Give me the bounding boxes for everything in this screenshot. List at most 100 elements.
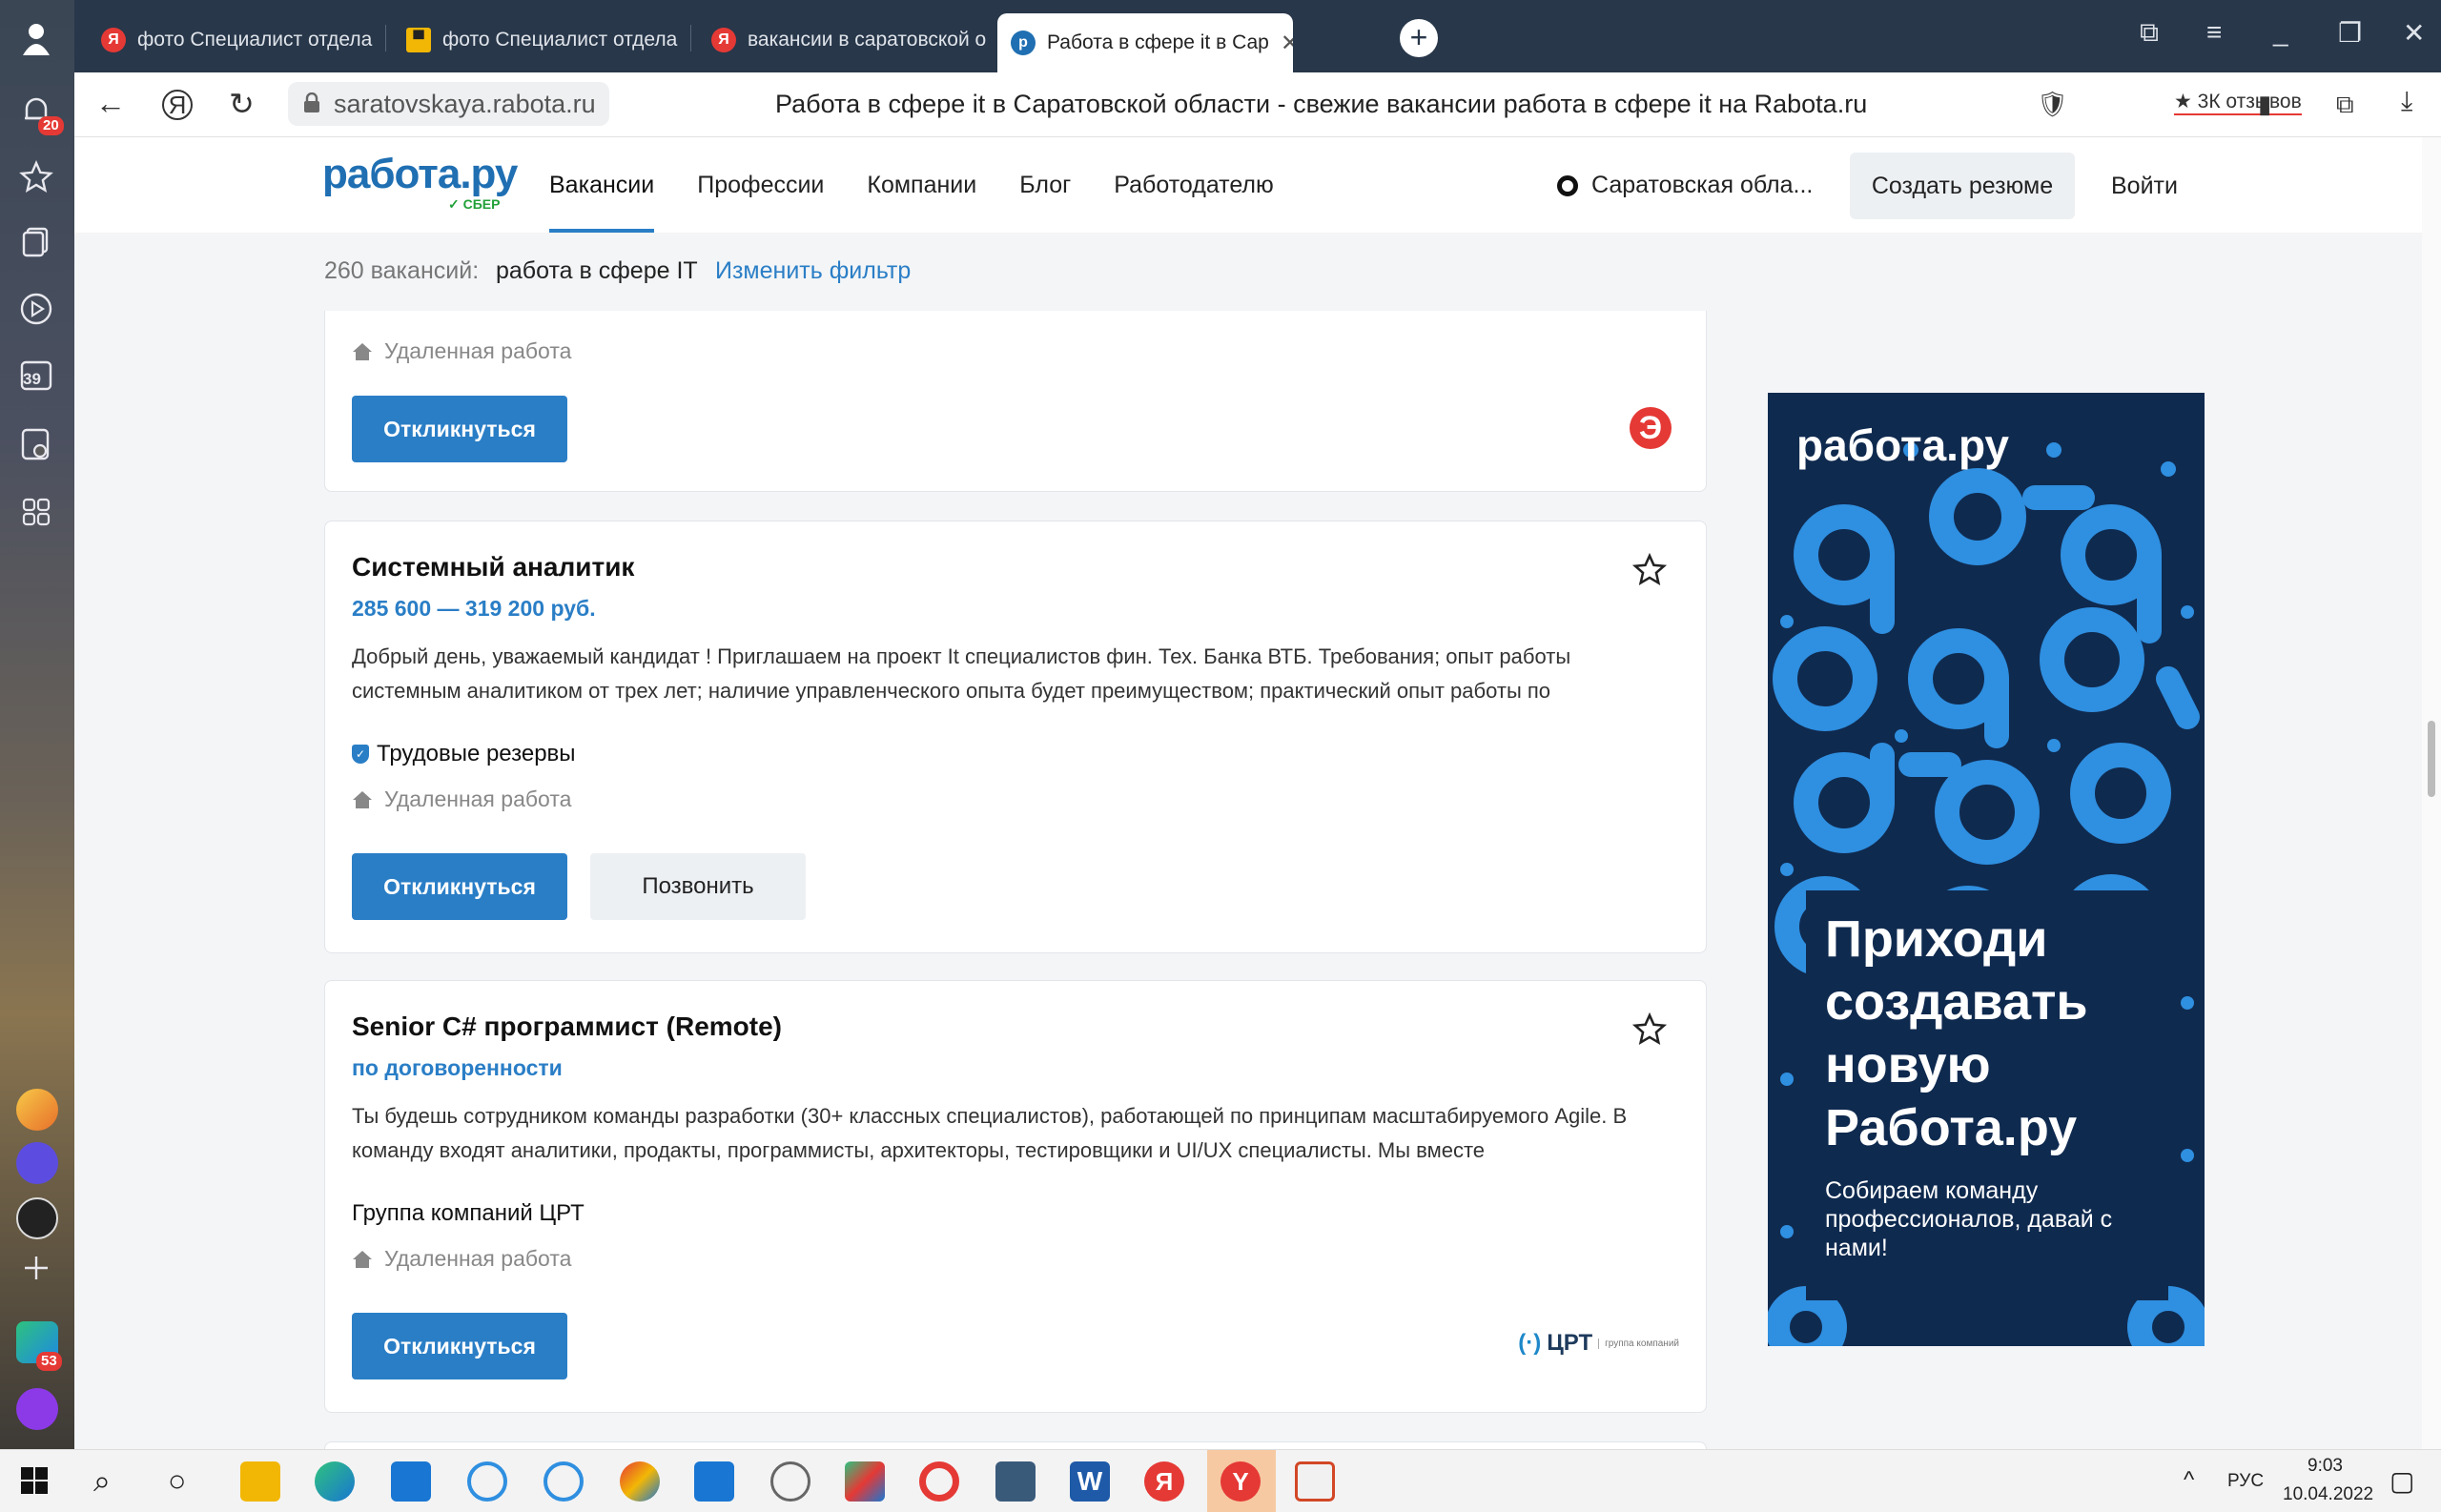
calendar-icon[interactable]: 39 [17, 358, 55, 397]
yandex-browser-icon[interactable]: Y [1220, 1461, 1261, 1502]
photos-icon[interactable] [845, 1461, 885, 1502]
close-window-icon[interactable]: ✕ [2403, 17, 2425, 49]
profile-icon[interactable] [17, 19, 55, 57]
company-logo[interactable]: (·) ЦРТ группа компаний [1518, 1330, 1679, 1357]
nav-professions[interactable]: Профессии [697, 137, 824, 233]
store-icon[interactable] [391, 1461, 431, 1502]
vacancy-salary: 285 600 — 319 200 руб. [352, 596, 596, 621]
tab-label: фото Специалист отдела [442, 29, 678, 51]
clock-date[interactable]: 10.04.2022 [2283, 1484, 2373, 1505]
calendar-day: 39 [23, 370, 41, 388]
url-text: saratovskaya.rabota.ru [334, 90, 596, 118]
company-name[interactable]: ✓ Трудовые резервы [352, 741, 576, 767]
page-scrollbar[interactable] [2422, 137, 2441, 1449]
alice-station-icon[interactable] [16, 1197, 58, 1239]
apply-button[interactable]: Откликнуться [352, 853, 567, 920]
reload-icon[interactable]: ↻ [229, 86, 255, 122]
alice-assistant-icon[interactable] [16, 1388, 58, 1430]
download-icon[interactable]: ⤓ [2401, 86, 2412, 117]
yandex-home-icon[interactable]: Я [162, 90, 193, 120]
scrollbar-thumb[interactable] [2428, 721, 2435, 797]
tab-3[interactable]: Я вакансии в саратовской о [698, 15, 994, 65]
back-icon[interactable]: ← [95, 86, 126, 121]
vacancy-title[interactable]: Системный аналитик [352, 552, 634, 582]
ad-banner[interactable]: работа.ру Приходи создавать новую Работа… [1768, 393, 2205, 1346]
messenger-app-icon[interactable] [16, 1142, 58, 1184]
clock-time[interactable]: 9:03 [2308, 1456, 2343, 1477]
company-name[interactable]: Группа компаний ЦРТ [352, 1200, 585, 1227]
house-icon [353, 1250, 372, 1268]
site-header: работа.ру ✓ СБЕР Вакансии Профессии Комп… [74, 137, 2441, 233]
bookmark-icon[interactable]: ▮ [2258, 90, 2271, 119]
vacancy-card[interactable]: Удаленная работа Откликнуться Э [324, 311, 1707, 492]
remote-work: Удаленная работа [352, 787, 571, 812]
mail-badge: 53 [36, 1352, 62, 1371]
search-icon[interactable]: ⌕ [93, 1463, 111, 1500]
vacancy-card[interactable]: Senior C# программист (Remote) по догово… [324, 980, 1707, 1413]
bookmarks-star-icon[interactable] [17, 160, 55, 198]
tab-collections-icon[interactable]: ⧉ [2140, 17, 2159, 49]
ad-headline: Приходи создавать новую Работа.ру [1825, 910, 2088, 1156]
keyboard-language[interactable]: РУС [2227, 1471, 2264, 1492]
vacancy-card[interactable]: Системный аналитик 285 600 — 319 200 руб… [324, 521, 1707, 953]
ie-icon[interactable] [467, 1461, 507, 1502]
apply-button[interactable]: Откликнуться [352, 396, 567, 462]
site-logo[interactable]: работа.ру [322, 151, 518, 198]
vacancy-title[interactable]: Senior C# программист (Remote) [352, 1011, 782, 1042]
protect-icon[interactable]: 🛡 [2037, 90, 2068, 119]
apply-button[interactable]: Откликнуться [352, 1313, 567, 1379]
cortana-icon[interactable]: ○ [168, 1463, 186, 1499]
region-selector[interactable]: Саратовская обла... [1557, 172, 1813, 199]
add-panel-icon[interactable] [17, 1254, 55, 1292]
restore-icon[interactable]: ❐ [2338, 17, 2362, 49]
lock-icon [304, 92, 319, 112]
new-tab-button[interactable]: + [1400, 19, 1438, 57]
location-pin-icon [1557, 174, 1578, 196]
yandex-icon[interactable]: Я [1144, 1461, 1184, 1502]
rabota-favicon-icon: р [1011, 31, 1036, 55]
weather-app-icon[interactable] [16, 1089, 58, 1131]
screenshot-icon[interactable] [17, 427, 55, 465]
nav-companies[interactable]: Компании [867, 137, 976, 233]
favorite-star-icon[interactable] [1631, 1011, 1668, 1048]
call-button[interactable]: Позвонить [590, 853, 806, 920]
close-tab-icon[interactable]: ✕ [1281, 30, 1293, 57]
tab-1[interactable]: Я фото Специалист отдела [88, 15, 383, 65]
favorite-star-icon[interactable] [1631, 552, 1668, 588]
tab-label: фото Специалист отдела [137, 29, 373, 51]
url-field[interactable]: saratovskaya.rabota.ru [288, 82, 609, 126]
mail-icon[interactable] [694, 1461, 734, 1502]
tray-expand-icon[interactable]: ^ [2184, 1467, 2194, 1494]
calculator-icon[interactable] [995, 1461, 1036, 1502]
collections-icon[interactable] [17, 225, 55, 263]
apps-grid-icon[interactable] [17, 496, 55, 534]
file-explorer-icon[interactable] [240, 1461, 280, 1502]
notifications-center-icon[interactable]: ▢ [2390, 1465, 2414, 1497]
nav-employers[interactable]: Работодателю [1114, 137, 1273, 233]
minimize-icon[interactable]: _ [2273, 17, 2288, 48]
house-icon [353, 342, 372, 360]
reviews-link[interactable]: ★ 3К отзывов [2174, 90, 2302, 115]
windows-start-icon[interactable] [19, 1465, 50, 1496]
change-filter-link[interactable]: Изменить фильтр [715, 257, 911, 285]
word-icon[interactable]: W [1070, 1461, 1110, 1502]
media-player-icon[interactable] [770, 1461, 810, 1502]
reader-mode-icon[interactable]: ⧉ [2336, 90, 2354, 120]
vacancy-card[interactable] [324, 1441, 1707, 1449]
login-button[interactable]: Войти [2111, 153, 2178, 219]
nav-blog[interactable]: Блог [1019, 137, 1071, 233]
yandex-favicon-icon: Я [101, 28, 126, 52]
edge-icon[interactable] [315, 1461, 355, 1502]
powerpoint-icon[interactable] [1295, 1461, 1335, 1502]
ie-icon-2[interactable] [544, 1461, 584, 1502]
tab-active[interactable]: р Работа в сфере it в Сар ✕ [997, 13, 1293, 72]
nav-vacancies[interactable]: Вакансии [549, 137, 655, 233]
video-play-icon[interactable] [17, 292, 55, 330]
company-logo[interactable]: Э [1630, 407, 1672, 449]
browser-menu-icon[interactable]: ≡ [2206, 17, 2222, 48]
sber-logo: ✓ СБЕР [448, 196, 501, 212]
paint-icon[interactable] [620, 1461, 660, 1502]
create-resume-button[interactable]: Создать резюме [1850, 153, 2075, 219]
tab-2[interactable]: ▀ фото Специалист отдела [393, 15, 688, 65]
opera-icon[interactable] [919, 1461, 959, 1502]
